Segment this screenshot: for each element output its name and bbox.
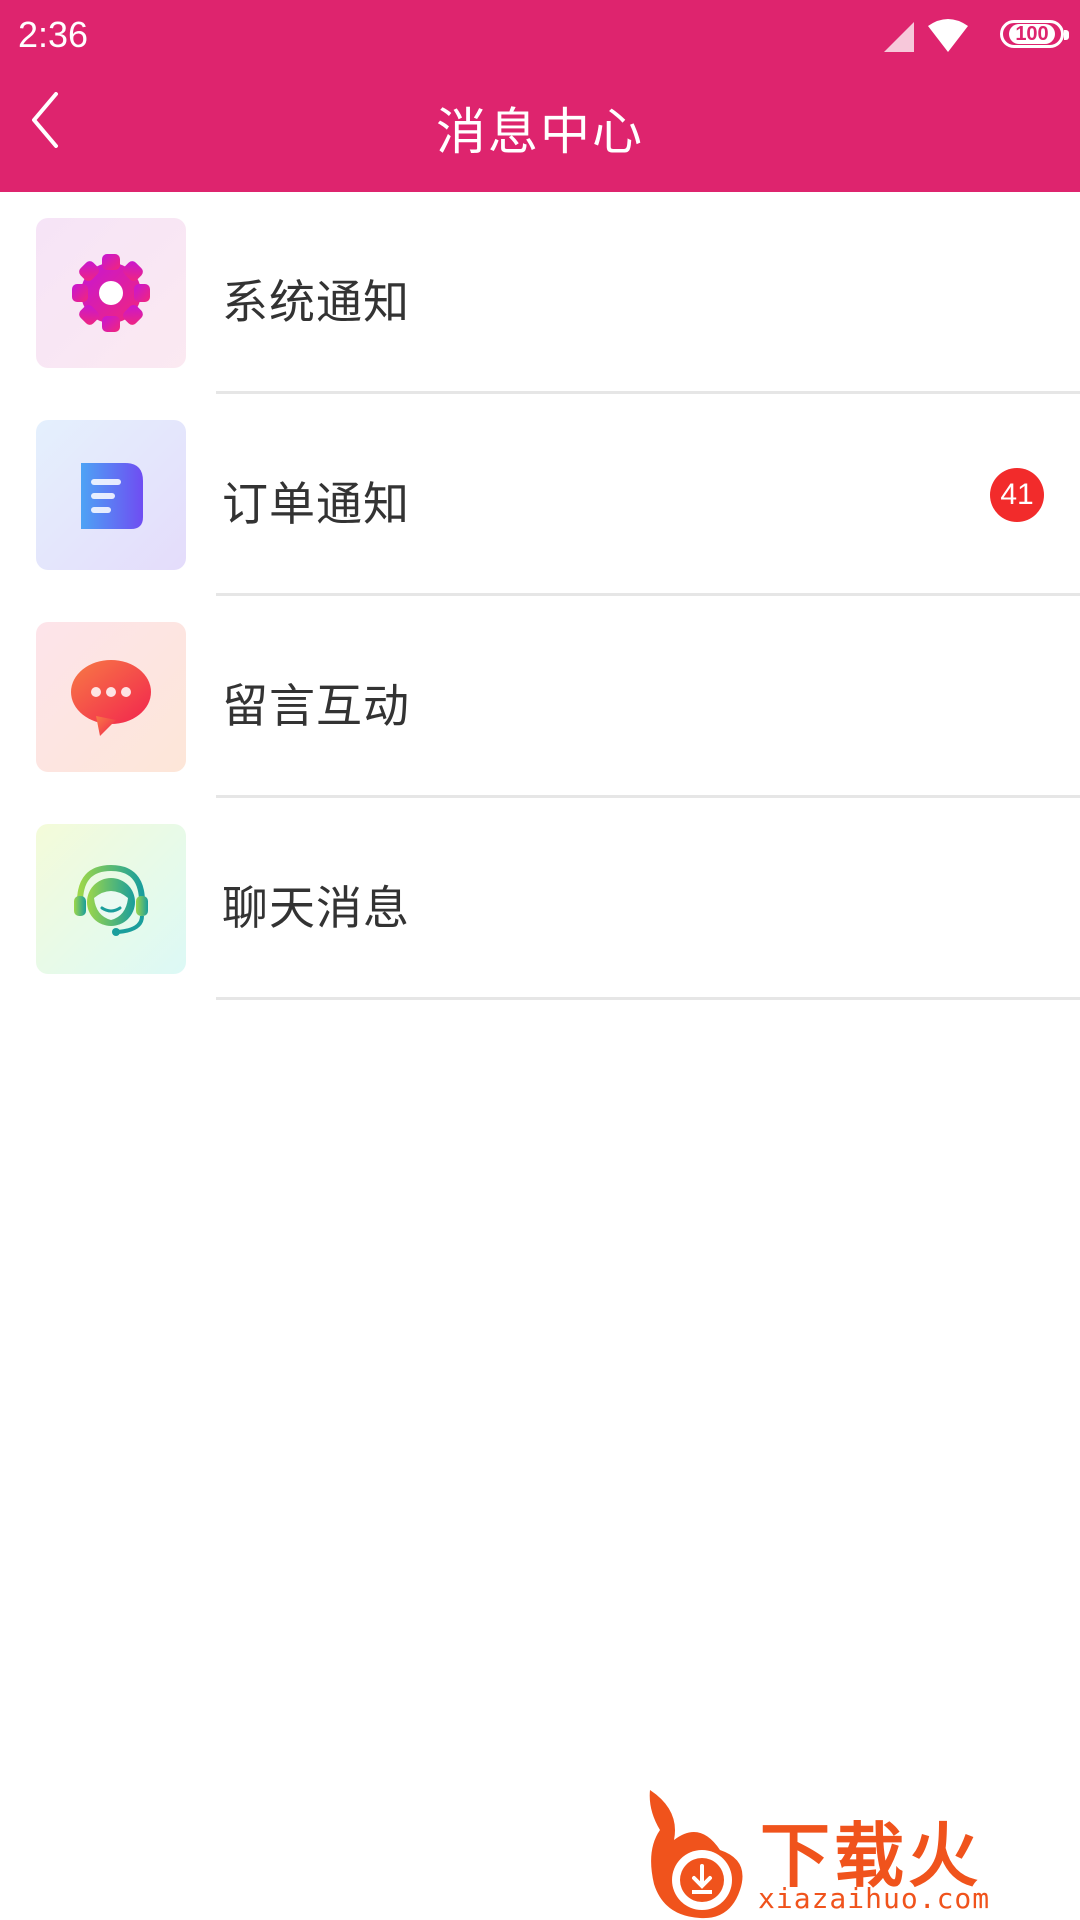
message-category-list: 系统通知 订单通知 41 留言互动 聊天消息 [0,192,1080,1000]
battery-icon: 100 [1000,20,1069,48]
order-notice-tile [36,420,186,570]
divider [216,997,1080,1000]
item-label: 系统通知 [222,275,410,329]
list-item-order-notice[interactable]: 订单通知 41 [0,394,1080,596]
list-item-system-notice[interactable]: 系统通知 [0,192,1080,394]
gear-icon [72,254,150,332]
status-time: 2:36 [18,14,89,55]
flame-logo-icon [649,1790,743,1919]
wifi-icon [928,19,968,52]
comment-interaction-tile [36,622,186,772]
list-item-chat-messages[interactable]: 聊天消息 [0,798,1080,1000]
item-label: 订单通知 [222,477,410,531]
battery-level: 100 [1009,24,1055,44]
unread-count-badge: 41 [990,468,1044,522]
item-label: 聊天消息 [222,881,410,935]
page-title: 消息中心 [436,103,644,161]
watermark-url: xiazaihuo.com [758,1882,991,1915]
chat-bubble-icon [71,660,151,736]
watermark: 下载火 xiazaihuo.com [640,1780,1080,1920]
item-label: 留言互动 [222,679,410,733]
top-bar: 2:36 100 消息中心 [0,0,1080,192]
list-item-comment-interaction[interactable]: 留言互动 [0,596,1080,798]
headset-agent-icon [74,864,148,936]
document-icon [81,463,143,529]
signal-icon [884,22,914,52]
status-icons: 100 [874,18,1069,54]
system-notice-tile [36,218,186,368]
chat-messages-tile [36,824,186,974]
